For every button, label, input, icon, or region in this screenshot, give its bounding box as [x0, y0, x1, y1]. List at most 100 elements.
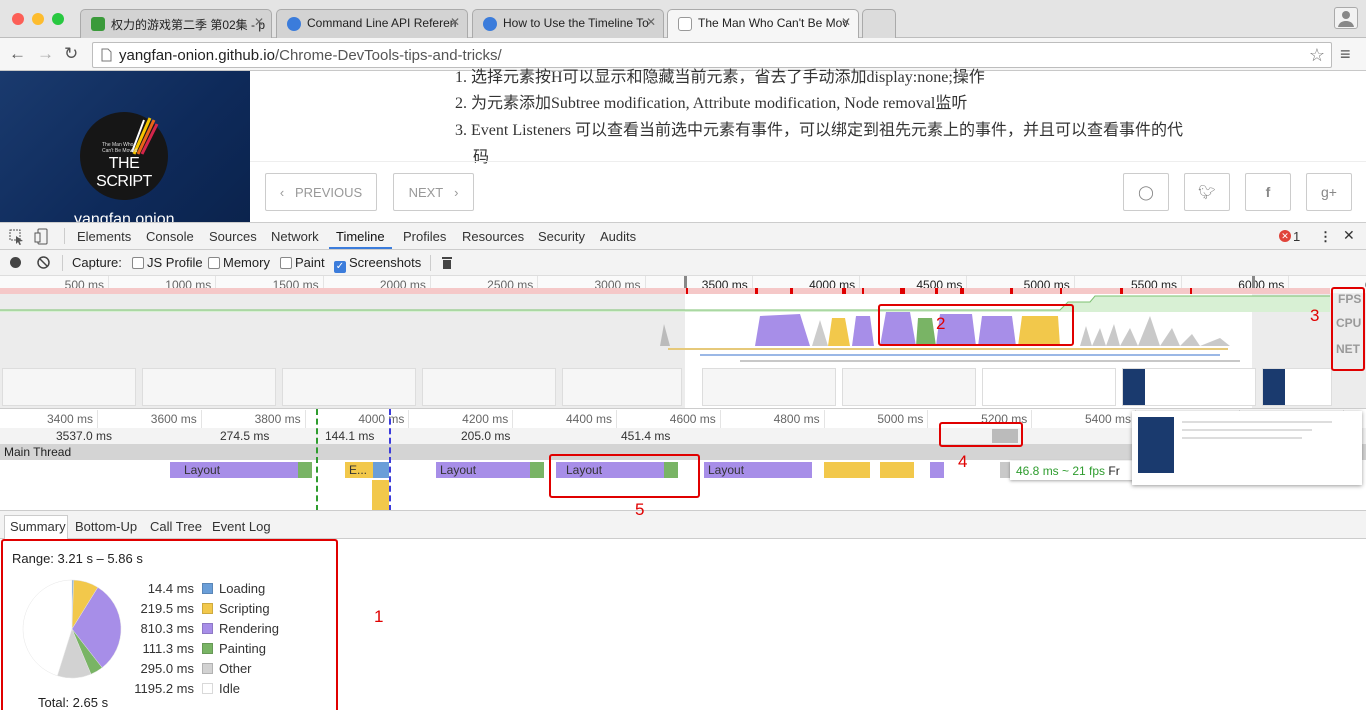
inspect-element-icon[interactable] [9, 229, 25, 245]
screenshot-thumb [422, 368, 556, 406]
flame-chart[interactable]: 3400 ms 3600 ms 3800 ms 4000 ms 4200 ms 4400 … [0, 409, 1366, 511]
back-arrow-icon[interactable]: ← [9, 45, 26, 63]
tab-audits[interactable]: Audits [600, 229, 636, 244]
script-event[interactable] [880, 462, 914, 478]
frame-duration[interactable]: 451.4 ms [621, 429, 670, 443]
device-mode-icon[interactable] [34, 228, 50, 245]
frame-duration[interactable]: 205.0 ms [461, 429, 510, 443]
list-item: 3. Event Listeners 可以查看当前选中元素有事件，可以绑定到祖先… [455, 122, 1183, 139]
person-icon [1338, 11, 1354, 27]
summary-pane: Range: 3.21 s – 5.86 s 14.4 ms Loading 21… [0, 539, 1366, 710]
clear-icon[interactable] [37, 256, 50, 269]
layout-event[interactable]: Layout [170, 462, 298, 478]
menu-icon[interactable]: ≡ [1340, 45, 1351, 63]
trash-icon[interactable] [441, 255, 453, 270]
frame-duration[interactable]: 274.5 ms [220, 429, 269, 443]
script-event[interactable] [372, 480, 389, 510]
twitter-icon: 🐦︎ [1198, 184, 1216, 200]
tab-call-tree[interactable]: Call Tree [150, 519, 202, 534]
script-event[interactable]: E... [345, 462, 373, 478]
tab-security[interactable]: Security [538, 229, 585, 244]
album-logo: The Man Who Can't Be Moved THE SCRIPT [80, 112, 168, 200]
twitter-button[interactable]: 🐦︎ [1184, 173, 1230, 211]
close-tab-icon[interactable]: ✕ [254, 15, 264, 29]
js-profile-checkbox[interactable]: JS Profile [132, 255, 203, 270]
tab-title: 权力的游戏第二季 第02集 - p [111, 18, 266, 32]
ruler-tick [97, 410, 98, 428]
url-path: /Chrome-DevTools-tips-and-tricks/ [274, 47, 502, 64]
close-devtools-icon[interactable]: ✕ [1343, 227, 1355, 244]
memory-checkbox[interactable]: Memory [208, 255, 270, 270]
frame-screenshot-popover [1132, 411, 1362, 485]
frame-duration[interactable]: 3537.0 ms [56, 429, 112, 443]
paint-checkbox[interactable]: Paint [280, 255, 325, 270]
tab-title: How to Use the Timeline To [503, 16, 649, 30]
tab-sources[interactable]: Sources [209, 229, 257, 244]
devtools-tab-bar: Elements Console Sources Network Timelin… [0, 223, 1366, 250]
tab-resources[interactable]: Resources [462, 229, 524, 244]
next-button[interactable]: NEXT › [393, 173, 474, 211]
devtools-favicon-icon [287, 17, 301, 31]
divider [250, 161, 1366, 162]
tab-console[interactable]: Console [146, 229, 194, 244]
layout-event[interactable]: Layout [436, 462, 530, 478]
devtools-panel: Elements Console Sources Network Timelin… [0, 222, 1366, 710]
comment-button[interactable]: ◯ [1123, 173, 1169, 211]
timeline-toolbar: Capture: JS Profile Memory Paint ✓ Screen… [0, 250, 1366, 276]
browser-tab[interactable]: 权力的游戏第二季 第02集 - p ✕ [80, 9, 272, 38]
browser-tab[interactable]: Command Line API Referen ✕ [276, 9, 468, 38]
close-tab-icon[interactable]: ✕ [450, 15, 460, 29]
tab-event-log[interactable]: Event Log [212, 519, 271, 534]
more-options-icon[interactable]: ⋮ [1319, 229, 1332, 245]
google-plus-button[interactable]: g+ [1306, 173, 1352, 211]
tab-title: The Man Who Can't Be Mov [698, 16, 849, 30]
tab-bottom-up[interactable]: Bottom-Up [75, 519, 137, 534]
reload-icon[interactable]: ↻ [64, 45, 78, 63]
facebook-button[interactable]: f [1245, 173, 1291, 211]
screenshot-thumb [702, 368, 836, 406]
minimize-window-button[interactable] [32, 13, 44, 25]
error-count[interactable]: 1 [1293, 229, 1300, 244]
fps-tooltip: 46.8 ms ~ 21 fps Fr [1010, 461, 1134, 480]
tab-timeline[interactable]: Timeline [336, 229, 385, 244]
ruler-tick [823, 410, 825, 428]
comment-icon: ◯ [1138, 184, 1154, 200]
active-tab-indicator [329, 247, 392, 249]
tab-network[interactable]: Network [271, 229, 319, 244]
google-plus-icon: g+ [1321, 184, 1337, 200]
profile-button[interactable] [1334, 7, 1358, 29]
frame-duration[interactable]: 144.1 ms [325, 429, 374, 443]
bookmark-star-icon[interactable]: ☆ [1309, 45, 1325, 66]
error-icon[interactable]: ✕ [1279, 230, 1291, 242]
layout-event[interactable] [930, 462, 944, 478]
close-tab-icon[interactable]: ✕ [646, 15, 656, 29]
checkbox-icon [208, 257, 220, 269]
tab-summary[interactable]: Summary [10, 519, 66, 534]
tab-profiles[interactable]: Profiles [403, 229, 446, 244]
close-window-button[interactable] [12, 13, 24, 25]
script-event[interactable] [824, 462, 870, 478]
close-tab-icon[interactable]: ✕ [841, 15, 851, 29]
browser-tab-active[interactable]: The Man Who Can't Be Mov ✕ [667, 9, 859, 38]
previous-button[interactable]: ‹ PREVIOUS [265, 173, 377, 211]
ruler-label: 3800 ms [254, 412, 301, 426]
first-paint-marker [389, 409, 391, 510]
screenshot-thumb [1122, 368, 1256, 406]
timeline-overview[interactable]: 500 ms 1000 ms 1500 ms 2000 ms 2500 ms 3000 m… [0, 276, 1366, 409]
loading-event[interactable] [373, 462, 389, 478]
browser-tab-bar: 权力的游戏第二季 第02集 - p ✕ Command Line API Ref… [0, 0, 1366, 38]
paint-event[interactable] [298, 462, 312, 478]
page-favicon-icon [678, 17, 692, 31]
logo-line: Can't Be Moved [102, 148, 138, 154]
record-icon[interactable] [10, 257, 21, 268]
layout-event[interactable]: Layout [704, 462, 812, 478]
list-item-continuation: 码 [473, 149, 490, 166]
paint-event[interactable] [530, 462, 544, 478]
ruler-tick [512, 410, 514, 428]
browser-tab[interactable]: How to Use the Timeline To ✕ [472, 9, 664, 38]
new-tab-button[interactable] [862, 9, 896, 38]
tab-elements[interactable]: Elements [77, 229, 131, 244]
maximize-window-button[interactable] [52, 13, 64, 25]
forward-arrow-icon[interactable]: → [37, 45, 54, 63]
screenshots-checkbox[interactable]: ✓ Screenshots [334, 255, 421, 273]
